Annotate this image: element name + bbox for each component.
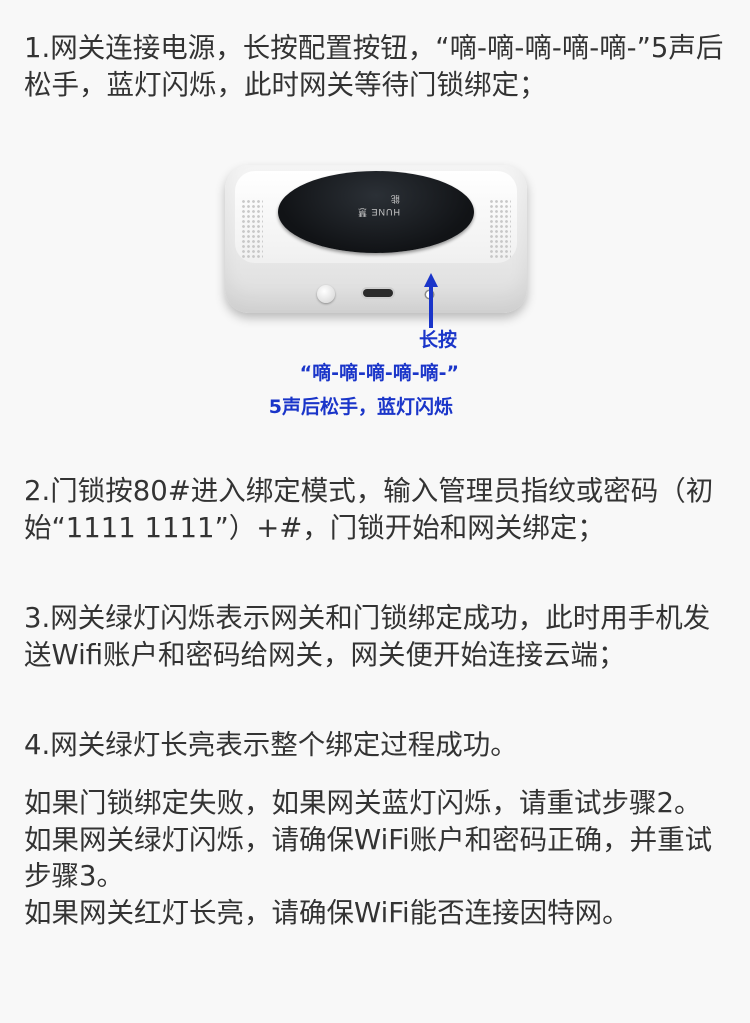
arrow-up-icon (424, 273, 438, 328)
tip-binding-failed: 如果门锁绑定失败，如果网关蓝灯闪烁，请重试步骤2。 (24, 787, 702, 819)
gateway-illustration: HUNE 慧能 长按 “嘀-嘀-嘀-嘀-嘀-” 5声后松手，蓝灯闪烁 (0, 130, 750, 450)
step-1-text: 1.网关连接电源，长按配置按钮，“嘀-嘀-嘀-嘀-嘀-”5声后松手，蓝灯闪烁，此… (24, 32, 724, 101)
gateway-black-disc: HUNE 慧能 (278, 171, 474, 253)
tip-green-blinking: 如果网关绿灯闪烁，请确保WiFi账户和密码正确，并重试步骤3。 (24, 823, 713, 893)
troubleshooting-tips: 如果门锁绑定失败，如果网关蓝灯闪烁，请重试步骤2。 如果网关绿灯闪烁，请确保Wi… (24, 785, 728, 931)
brand-logo: HUNE 慧能 (356, 194, 400, 217)
gateway-front-panel (225, 263, 527, 313)
gateway-top-surface: HUNE 慧能 (235, 171, 517, 263)
reset-button (317, 285, 335, 303)
step-2-text: 2.门锁按80#进入绑定模式，输入管理员指纹或密码（初始“1111 1111”）… (24, 475, 714, 544)
step-4-text: 4.网关绿灯长亮表示整个绑定过程成功。 (24, 729, 518, 761)
callout-release-instruction: 5声后松手，蓝灯闪烁 (268, 396, 453, 418)
left-vent-grille (241, 199, 263, 259)
right-vent-grille (489, 199, 511, 259)
step-3-text: 3.网关绿灯闪烁表示网关和门锁绑定成功，此时用手机发送Wifi账户和密码给网关，… (24, 602, 711, 671)
gateway-device-image: HUNE 慧能 (225, 165, 527, 313)
callout-long-press: 长按 (418, 329, 457, 351)
usb-port (363, 289, 393, 297)
callout-beep-sequence: “嘀-嘀-嘀-嘀-嘀-” (299, 362, 459, 384)
tip-red-steady: 如果网关红灯长亮，请确保WiFi能否连接因特网。 (24, 896, 630, 929)
